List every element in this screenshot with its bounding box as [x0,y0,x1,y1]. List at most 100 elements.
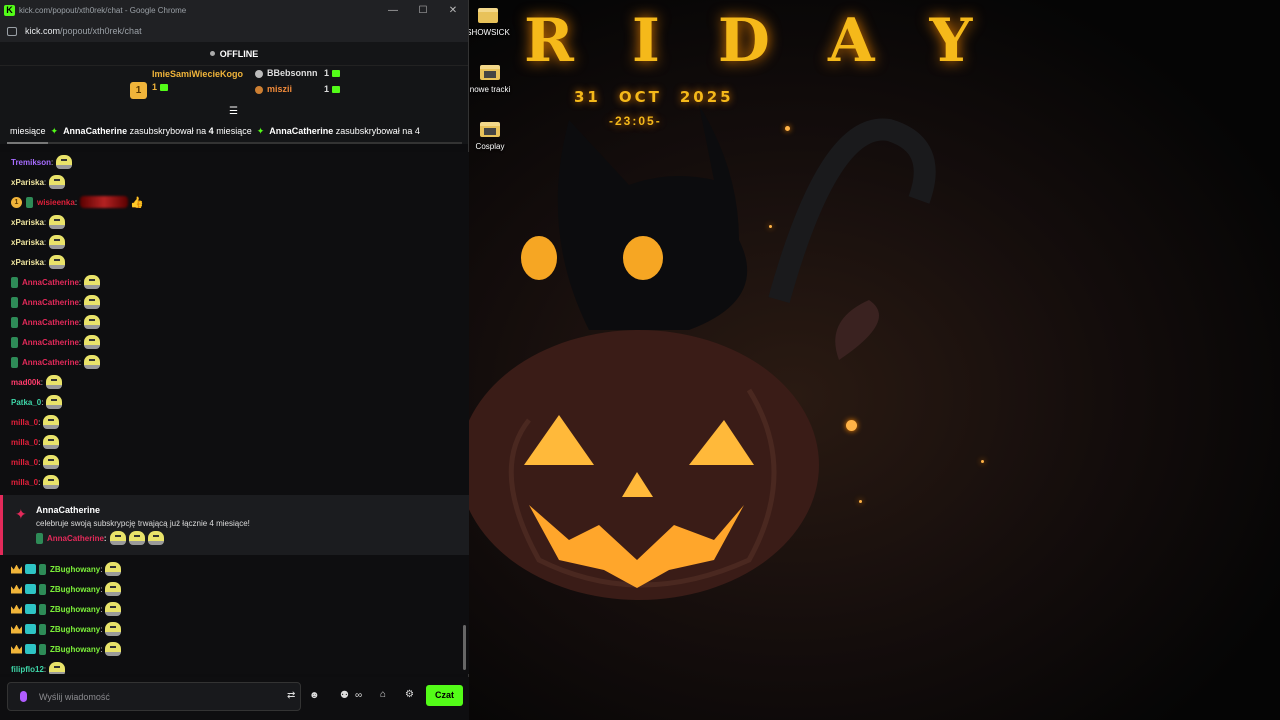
chat-message[interactable]: milla_0: [0,472,469,492]
chat-message[interactable]: 1 wisieenka: 👍 [0,192,469,212]
emote [128,531,145,545]
chat-username[interactable]: ZBughowany [50,625,100,634]
crown-badge-icon [11,584,22,594]
emote [105,582,122,596]
chat-message[interactable]: AnnaCatherine: [0,352,469,372]
sub-event-text: celebruje swoją subskrypcję trwającą już… [36,519,250,528]
chat-username[interactable]: xPariska [11,178,44,187]
chat-message[interactable]: milla_0: [0,432,469,452]
chat-message[interactable]: AnnaCatherine: [0,272,469,292]
maximize-button[interactable]: ☐ [408,5,438,16]
chat-username[interactable]: AnnaCatherine [22,358,79,367]
emote [84,355,101,369]
chat-feed[interactable]: Tremikson: xPariska:1 wisieenka: 👍 xPariska:… [0,152,469,674]
translate-icon[interactable]: ⇄ [287,690,295,701]
chat-username[interactable]: wisieenka [37,198,75,207]
chat-message[interactable]: Tremikson: [0,152,469,172]
event-ticker-area: ☰ miesiące ✦ AnnaCatherine zasubskrybował … [0,104,468,144]
gifter-badge-icon: 1 [11,196,22,208]
chat-message[interactable]: xPariska: [0,212,469,232]
sub-event-name[interactable]: AnnaCatherine [36,505,100,515]
emoji-icon[interactable]: ☻ [309,690,320,701]
silver-medal-icon [255,69,263,78]
address-bar[interactable]: kick.com/popout/xth0rek/chat [0,20,468,42]
emote [80,196,129,208]
close-button[interactable]: ✕ [438,5,468,16]
chat-username[interactable]: milla_0 [11,438,38,447]
chat-username[interactable]: AnnaCatherine [22,278,79,287]
chat-username[interactable]: xPariska [11,258,44,267]
chat-message[interactable]: ZBughowany: [0,559,469,579]
infinity-icon[interactable]: ∞ [355,690,362,701]
chat-message[interactable]: ZBughowany: [0,619,469,639]
settings-gear-icon[interactable]: ⚙ [405,689,414,700]
store-icon[interactable]: ⌂ [380,689,386,700]
chat-username[interactable]: ZBughowany [50,565,100,574]
chat-username[interactable]: ZBughowany [50,605,100,614]
sub-ticker: miesiące ✦ AnnaCatherine zasubskrybował na… [10,126,420,136]
chat-username[interactable]: AnnaCatherine [22,338,79,347]
chat-message[interactable]: xPariska: [0,252,469,272]
emote [49,662,66,674]
chat-username[interactable]: xPariska [11,218,44,227]
emote [105,642,122,656]
chat-message[interactable]: AnnaCatherine: [0,312,469,332]
emote [43,415,60,429]
sparkle-icon: ✦ [50,126,59,136]
chat-scrollbar[interactable] [463,625,466,670]
chat-username[interactable]: mad00k [11,378,41,387]
subscriber-badge-icon [39,603,46,615]
chat-username[interactable]: ZBughowany [50,645,100,654]
crown-badge-icon [11,624,22,634]
vip-badge-icon [25,624,36,634]
chat-username[interactable]: milla_0 [11,418,38,427]
ticker-progress-bar [7,142,462,144]
desktop-folder-cosplay[interactable]: Cosplay [469,122,521,151]
chat-username[interactable]: filipflo12 [11,665,44,674]
chat-message[interactable]: Patka_0: [0,392,469,412]
chat-username[interactable]: Tremikson [11,158,51,167]
leader-1-count: 1 [152,82,169,92]
chat-username[interactable]: xPariska [11,238,44,247]
folder-icon [478,8,498,23]
chat-message[interactable]: milla_0: [0,452,469,472]
chat-username[interactable]: ZBughowany [50,585,100,594]
subscriber-badge-icon [11,336,18,348]
emote [147,531,164,545]
subscriber-badge-icon [11,296,18,308]
site-info-icon[interactable] [7,26,17,36]
chat-message[interactable]: milla_0: [0,412,469,432]
chat-message[interactable]: ZBughowany: [0,599,469,619]
leader-1-name[interactable]: ImieSamiWiecieKogo [152,69,243,79]
chat-input-box[interactable] [7,682,301,711]
emote [43,455,60,469]
chat-message[interactable]: AnnaCatherine: [0,292,469,312]
chat-message[interactable]: xPariska: [0,232,469,252]
filter-icon[interactable]: ☰ [229,106,238,117]
emote [105,562,122,576]
chat-username[interactable]: milla_0 [11,458,38,467]
desktop-folder-nowe-tracki[interactable]: nowe tracki [469,65,521,94]
chat-message[interactable]: ZBughowany: [0,579,469,599]
title-bar[interactable]: K kick.com/popout/xth0rek/chat - Google … [0,0,468,20]
send-chat-button[interactable]: Czat [426,685,463,706]
chat-message[interactable]: xPariska: [0,172,469,192]
leader-2-count: 1 [324,68,341,78]
chat-message[interactable]: mad00k: [0,372,469,392]
chat-username[interactable]: AnnaCatherine [47,534,104,543]
desktop-folder-showsick[interactable]: SHOWSICK [469,8,519,37]
chat-message-input[interactable] [39,691,239,702]
chat-message[interactable]: filipflo12: [0,659,469,674]
chat-message[interactable]: ZBughowany: [0,639,469,659]
minimize-button[interactable]: — [378,5,408,16]
chat-username[interactable]: Patka_0 [11,398,41,407]
chat-username[interactable]: AnnaCatherine [22,318,79,327]
chat-username[interactable]: AnnaCatherine [22,298,79,307]
leader-3[interactable]: miszii [255,84,292,94]
kicks-icon[interactable]: ⚉ [340,690,349,701]
chat-message[interactable]: AnnaCatherine: [0,332,469,352]
microphone-icon[interactable] [20,691,27,702]
gift-icon [160,84,169,92]
chat-username[interactable]: milla_0 [11,478,38,487]
leader-2[interactable]: BBebsonnn [255,68,318,78]
